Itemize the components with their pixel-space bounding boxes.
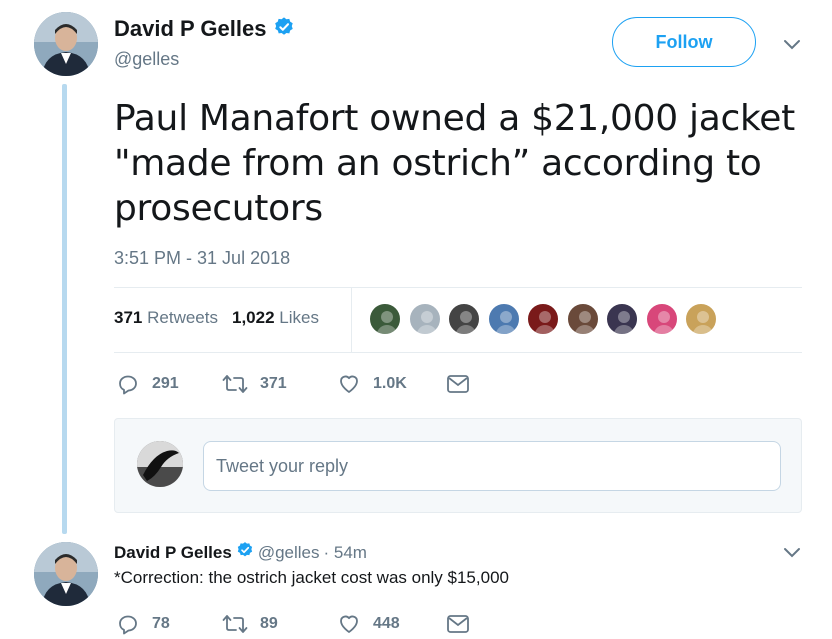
liker-avatar[interactable] — [447, 302, 481, 336]
like-action[interactable]: 448 — [337, 612, 400, 636]
reply-author-avatar[interactable] — [34, 542, 98, 606]
heart-icon — [337, 372, 361, 396]
chevron-down-icon[interactable] — [782, 38, 802, 52]
likes-stat[interactable]: 1,022 Likes — [232, 308, 319, 328]
reply-action[interactable]: 78 — [116, 612, 170, 636]
reply-action[interactable]: 291 — [116, 372, 179, 396]
retweet-action[interactable]: 371 — [222, 372, 287, 396]
message-action[interactable] — [446, 374, 470, 394]
thread-line — [62, 84, 67, 534]
author-name[interactable]: David P Gelles — [114, 16, 295, 44]
retweet-icon — [222, 612, 248, 636]
tweet-timestamp[interactable]: 3:51 PM - 31 Jul 2018 — [114, 248, 290, 269]
verified-badge-icon — [236, 541, 254, 564]
reply-count: 78 — [152, 615, 170, 632]
chevron-down-icon[interactable] — [782, 546, 802, 560]
tweet-text: Paul Manafort owned a $21,000 jacket "ma… — [114, 98, 795, 229]
reply-composer — [114, 418, 802, 513]
mail-icon — [446, 374, 470, 394]
reply-author-handle[interactable]: @gelles — [258, 543, 320, 563]
retweet-count: 371 — [260, 375, 287, 392]
divider — [351, 288, 352, 352]
liker-avatar[interactable] — [684, 302, 718, 336]
liker-avatar[interactable] — [368, 302, 402, 336]
liker-avatar[interactable] — [644, 302, 679, 336]
likes-label: Likes — [279, 308, 319, 327]
heart-icon — [337, 612, 361, 636]
liker-avatar[interactable] — [486, 302, 521, 336]
divider — [114, 352, 802, 353]
retweet-icon — [222, 372, 248, 396]
retweet-action[interactable]: 89 — [222, 612, 278, 636]
retweets-label: Retweets — [147, 308, 218, 327]
retweets-stat[interactable]: 371 Retweets — [114, 308, 218, 328]
like-count: 448 — [373, 615, 400, 632]
like-action[interactable]: 1.0K — [337, 372, 407, 396]
retweet-count: 89 — [260, 615, 278, 632]
author-name-text[interactable]: David P Gelles — [114, 16, 266, 41]
reply-input[interactable] — [203, 441, 781, 491]
current-user-avatar[interactable] — [137, 441, 183, 487]
like-count: 1.0K — [373, 375, 407, 392]
follow-button[interactable]: Follow — [612, 17, 756, 67]
reply-count: 291 — [152, 375, 179, 392]
likes-count: 1,022 — [231, 308, 275, 327]
liker-avatar[interactable] — [407, 302, 442, 336]
reply-icon — [116, 612, 140, 636]
message-action[interactable] — [446, 614, 470, 634]
verified-badge-icon — [273, 16, 295, 44]
divider — [114, 287, 802, 288]
mail-icon — [446, 614, 470, 634]
tweet-stats: 371 Retweets 1,022 Likes — [114, 308, 319, 328]
liker-avatar[interactable] — [605, 302, 639, 336]
liker-avatar[interactable] — [565, 302, 600, 336]
author-handle[interactable]: @gelles — [114, 49, 179, 70]
reply-timestamp[interactable]: · 54m — [324, 543, 367, 563]
reply-icon — [116, 372, 140, 396]
reply-author-line: David P Gelles @gelles · 54m — [114, 541, 367, 564]
liker-avatar[interactable] — [526, 302, 560, 336]
reply-author-name[interactable]: David P Gelles — [114, 543, 232, 563]
author-avatar[interactable] — [34, 12, 98, 76]
reply-tweet-text: *Correction: the ostrich jacket cost was… — [114, 568, 509, 587]
retweets-count: 371 — [114, 308, 143, 327]
